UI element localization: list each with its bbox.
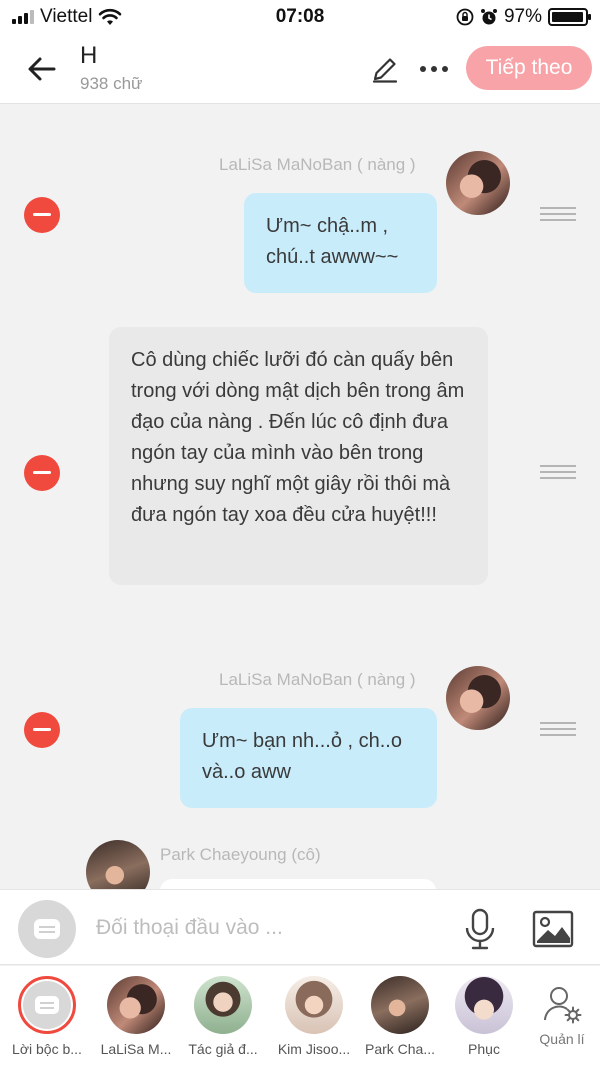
avatar [371, 976, 429, 1034]
message-sender: Park Chaeyoung (cô) [160, 845, 321, 864]
carrier-label: Viettel [40, 6, 93, 27]
character-label: Lời bộc b... [12, 1041, 82, 1057]
composer-bar [0, 889, 600, 965]
battery-icon [548, 8, 591, 26]
character-jisoo[interactable]: Kim Jisoo... [274, 976, 354, 1057]
drag-handle-icon[interactable] [540, 207, 576, 221]
message-text: Ưm~ chậ..m , chú..t awww~~ [266, 215, 399, 268]
character-narrator[interactable]: Lời bộc b... [7, 976, 87, 1057]
message-text: Ưm~ bạn nh...ỏ , ch..o và..o aww [202, 730, 402, 783]
image-icon[interactable] [532, 910, 574, 948]
avatar [285, 976, 343, 1034]
wifi-icon [99, 8, 122, 25]
character-lisa[interactable]: LaLiSa M... [96, 976, 176, 1057]
word-count: 938 chữ [80, 74, 143, 93]
user-gear-icon [544, 987, 582, 1024]
character-label: Phục [468, 1041, 500, 1057]
avatar [107, 976, 165, 1034]
chat-bubble-icon[interactable] [18, 900, 76, 958]
story-title: H [80, 42, 98, 69]
microphone-icon[interactable] [462, 908, 498, 950]
status-bar: Viettel 07:08 97% [0, 0, 600, 34]
character-label: LaLiSa M... [100, 1041, 172, 1057]
remove-message-button[interactable] [24, 712, 60, 748]
avatar [194, 976, 252, 1034]
drag-handle-icon[interactable] [540, 465, 576, 479]
character-label: Park Cha... [364, 1041, 436, 1057]
clock-time: 07:08 [275, 6, 325, 27]
message-bubble[interactable]: Ưm~ bạn nh...ỏ , ch..o và..o aww [180, 708, 437, 808]
dialogue-input[interactable] [96, 910, 436, 946]
signal-icon [12, 10, 34, 24]
message-sender: LaLiSa MaNoBan ( nàng ) [219, 155, 416, 174]
character-park[interactable]: Park Cha... [360, 976, 440, 1057]
character-label: Tác giả đ... [188, 1041, 258, 1057]
next-button[interactable]: Tiếp theo [466, 46, 592, 90]
message-bubble[interactable]: Ưm~ chậ..m , chú..t awww~~ [244, 193, 437, 293]
character-phuc[interactable]: Phục [444, 976, 524, 1057]
avatar[interactable] [86, 840, 150, 890]
alarm-icon [480, 9, 497, 25]
remove-message-button[interactable] [24, 197, 60, 233]
character-label: Kim Jisoo... [277, 1041, 351, 1057]
character-author[interactable]: Tác giả đ... [183, 976, 263, 1057]
character-bar: Lời bộc b... LaLiSa M... Tác giả đ... Ki… [0, 966, 600, 1067]
narration-bubble[interactable]: Cô dùng chiếc lưỡi đó càn quấy bên trong… [109, 327, 488, 585]
manage-label: Quản lí [539, 1031, 585, 1047]
avatar[interactable] [446, 151, 510, 215]
narrator-avatar [18, 976, 76, 1034]
back-arrow-icon[interactable] [24, 51, 60, 87]
status-left: Viettel [12, 6, 122, 28]
message-sender: LaLiSa MaNoBan ( nàng ) [219, 670, 416, 689]
top-bar: H 938 chữ Tiếp theo [0, 34, 600, 104]
pencil-icon[interactable] [370, 54, 400, 84]
more-options-button[interactable] [414, 54, 454, 84]
battery-percent: 97% [503, 6, 542, 27]
status-right: 97% [456, 6, 591, 28]
chat-area[interactable]: LaLiSa MaNoBan ( nàng ) Ưm~ chậ..m , chú… [0, 105, 600, 890]
message-text: Cô dùng chiếc lưỡi đó càn quấy bên trong… [131, 349, 465, 526]
drag-handle-icon[interactable] [540, 722, 576, 736]
avatar [455, 976, 513, 1034]
avatar[interactable] [446, 666, 510, 730]
remove-message-button[interactable] [24, 455, 60, 491]
manage-button[interactable]: Quản lí [530, 984, 594, 1047]
rotation-lock-icon [456, 8, 474, 26]
